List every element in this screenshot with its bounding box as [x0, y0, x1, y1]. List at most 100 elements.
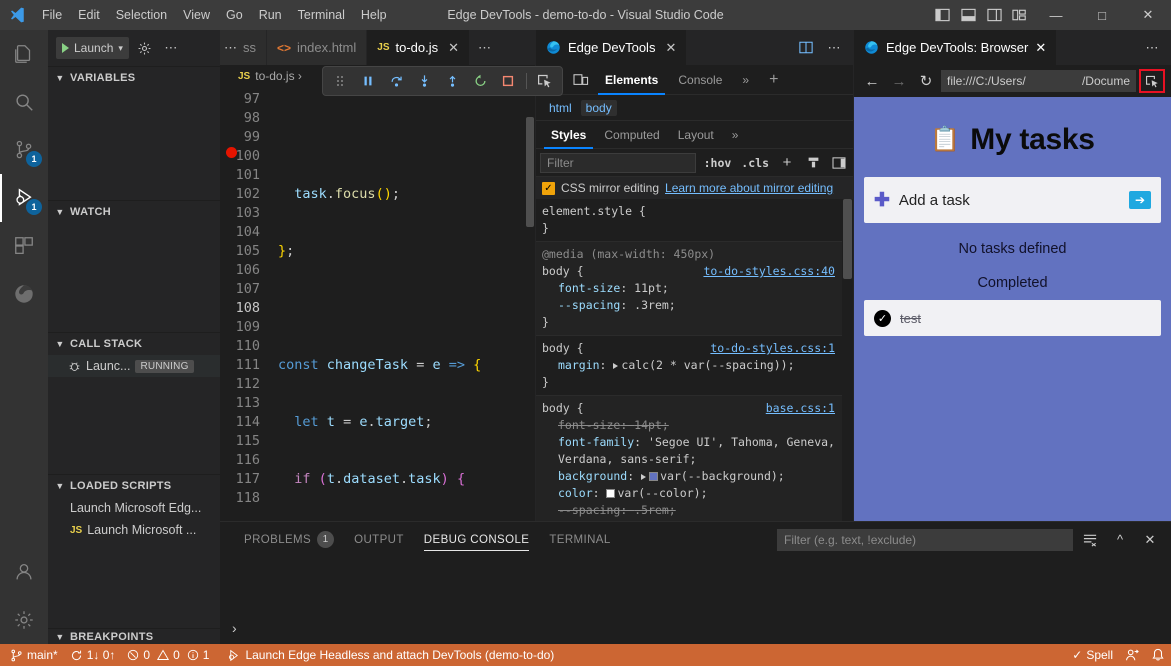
status-branch[interactable]: main* — [4, 644, 64, 666]
activity-explorer-icon[interactable] — [0, 30, 48, 78]
url-input[interactable]: file:///C:/Users/ /Docume — [941, 70, 1136, 92]
status-debug-target[interactable]: Launch Edge Headless and attach DevTools… — [221, 644, 560, 666]
cls-toggle-button[interactable]: .cls — [739, 156, 771, 170]
style-declaration[interactable]: --spacing: .5rem; — [542, 502, 845, 519]
debug-more-actions-icon[interactable]: ⋯ — [161, 38, 181, 58]
style-declaration[interactable]: background: var(--background); — [542, 468, 845, 485]
activity-run-debug-icon[interactable]: 1 — [0, 174, 48, 222]
tab-elements[interactable]: Elements — [596, 65, 667, 95]
split-editor-icon[interactable] — [793, 36, 819, 60]
watch-section-header[interactable]: ▼ WATCH — [48, 201, 220, 223]
checked-icon[interactable]: ✓ — [874, 310, 891, 327]
loaded-scripts-section-header[interactable]: ▼ LOADED SCRIPTS — [48, 475, 220, 497]
toggle-secondary-sidebar-icon[interactable] — [981, 0, 1007, 30]
debug-console-prompt[interactable]: › — [232, 620, 237, 636]
status-bell-icon[interactable] — [1145, 644, 1171, 666]
callstack-thread-row[interactable]: Launc... RUNNING — [48, 355, 220, 377]
tab-console[interactable]: Console — [669, 65, 731, 95]
menu-bar[interactable]: File Edit Selection View Go Run Terminal… — [34, 0, 395, 30]
style-rule[interactable]: body { base.css:1 font-size: 14pt; font-… — [536, 396, 853, 524]
menu-go[interactable]: Go — [218, 0, 251, 30]
callstack-section-header[interactable]: ▼ CALL STACK — [48, 333, 220, 355]
menu-file[interactable]: File — [34, 0, 70, 30]
close-icon[interactable]: ✕ — [448, 40, 459, 56]
expand-triangle-icon[interactable] — [613, 363, 618, 369]
devtools-add-tab-icon[interactable]: + — [760, 65, 787, 95]
style-declaration[interactable]: font-size: 14pt; — [542, 417, 845, 434]
tab-problems[interactable]: PROBLEMS 1 — [234, 522, 344, 557]
list-item[interactable]: Launch Microsoft Edg... — [48, 497, 220, 519]
toggle-panel-icon[interactable] — [955, 0, 981, 30]
activity-edge-devtools-icon[interactable] — [0, 270, 48, 318]
menu-selection[interactable]: Selection — [108, 0, 175, 30]
menu-run[interactable]: Run — [251, 0, 290, 30]
variables-section-header[interactable]: ▼ VARIABLES — [48, 67, 220, 89]
rule-source-link[interactable]: base.css:1 — [766, 400, 835, 417]
pause-icon[interactable] — [355, 68, 381, 94]
tab-css[interactable]: ⋯ ss — [220, 30, 267, 65]
style-declaration[interactable]: font-size: 11pt; — [542, 280, 845, 297]
menu-terminal[interactable]: Terminal — [290, 0, 353, 30]
style-rule[interactable]: @media (max-width: 450px) body { to-do-s… — [536, 242, 853, 336]
toggle-styles-sidebar-icon[interactable] — [829, 151, 849, 175]
browser-more-actions-icon[interactable]: ⋯ — [1139, 36, 1165, 60]
menu-view[interactable]: View — [175, 0, 218, 30]
add-task-submit-button[interactable]: ➔ — [1129, 191, 1151, 209]
color-swatch[interactable] — [606, 489, 615, 498]
status-account-icon[interactable] — [1119, 644, 1145, 666]
step-into-icon[interactable] — [411, 68, 437, 94]
mirror-checkbox[interactable]: ✓ — [542, 182, 555, 195]
styles-filter-input[interactable]: Filter — [540, 153, 696, 173]
stop-icon[interactable] — [495, 68, 521, 94]
customize-layout-icon[interactable] — [1007, 0, 1033, 30]
devtools-more-tabs-icon[interactable]: » — [733, 65, 758, 95]
status-sync[interactable]: 1↓ 0↑ — [64, 644, 122, 666]
minimize-button[interactable]: — — [1033, 0, 1079, 30]
forward-icon[interactable]: → — [887, 69, 911, 93]
tab-output[interactable]: OUTPUT — [344, 522, 414, 557]
debug-floating-toolbar[interactable] — [322, 66, 563, 96]
launch-config-dropdown[interactable]: Launch ▾ — [56, 37, 129, 59]
tab-edge-devtools-browser[interactable]: Edge DevTools: Browser ✕ — [854, 30, 1056, 65]
style-declaration[interactable]: --spacing: .3rem; — [542, 297, 845, 314]
maximize-button[interactable]: □ — [1079, 0, 1125, 30]
style-rule[interactable]: body { to-do-styles.css:1 margin: calc(2… — [536, 336, 853, 396]
step-over-icon[interactable] — [383, 68, 409, 94]
drag-handle-icon[interactable] — [327, 68, 353, 94]
breadcrumb-body[interactable]: body — [581, 100, 617, 116]
tab-to-do-js[interactable]: JS to-do.js ✕ — [367, 30, 470, 65]
debug-console-output[interactable]: › — [220, 557, 1171, 644]
menu-help[interactable]: Help — [353, 0, 395, 30]
inspect-element-icon[interactable] — [532, 68, 558, 94]
collapse-panel-icon[interactable]: ^ — [1107, 528, 1133, 552]
close-panel-icon[interactable]: ✕ — [1137, 528, 1163, 552]
tab-index-html[interactable]: <> index.html — [267, 30, 367, 65]
toggle-primary-sidebar-icon[interactable] — [929, 0, 955, 30]
tab-styles[interactable]: Styles — [542, 121, 595, 149]
mirror-learn-more-link[interactable]: Learn more about mirror editing — [665, 181, 833, 195]
new-style-rule-icon[interactable]: + — [777, 151, 797, 175]
back-icon[interactable]: ← — [860, 69, 884, 93]
styles-more-tabs-icon[interactable]: » — [723, 121, 748, 149]
close-icon[interactable]: ✕ — [1035, 40, 1046, 56]
editor-actions-more-icon[interactable]: ⋯ — [470, 30, 499, 65]
rule-source-link[interactable]: to-do-styles.css:1 — [710, 340, 835, 357]
activity-source-control-icon[interactable]: 1 — [0, 126, 48, 174]
close-icon[interactable]: ✕ — [665, 40, 676, 56]
tab-computed[interactable]: Computed — [595, 121, 668, 149]
breakpoint-marker-icon[interactable] — [226, 147, 237, 158]
style-rule[interactable]: element.style { } — [536, 199, 853, 242]
tab-edge-devtools[interactable]: Edge DevTools ✕ — [536, 30, 686, 65]
restart-icon[interactable] — [467, 68, 493, 94]
color-swatch[interactable] — [649, 472, 658, 481]
close-button[interactable]: ✕ — [1125, 0, 1171, 30]
tab-debug-console[interactable]: DEBUG CONSOLE — [414, 522, 540, 557]
debug-console-filter-input[interactable]: Filter (e.g. text, !exclude) — [777, 529, 1073, 551]
clear-console-icon[interactable] — [1077, 528, 1103, 552]
style-declaration[interactable]: color: var(--color); — [542, 485, 845, 502]
style-declaration[interactable]: font-family: 'Segoe UI', Tahoma, Geneva,… — [542, 434, 845, 468]
activity-accounts-icon[interactable] — [0, 548, 48, 596]
activity-extensions-icon[interactable] — [0, 222, 48, 270]
computed-styles-sidebar-icon[interactable] — [803, 151, 823, 175]
rule-source-link[interactable]: to-do-styles.css:40 — [703, 263, 835, 280]
